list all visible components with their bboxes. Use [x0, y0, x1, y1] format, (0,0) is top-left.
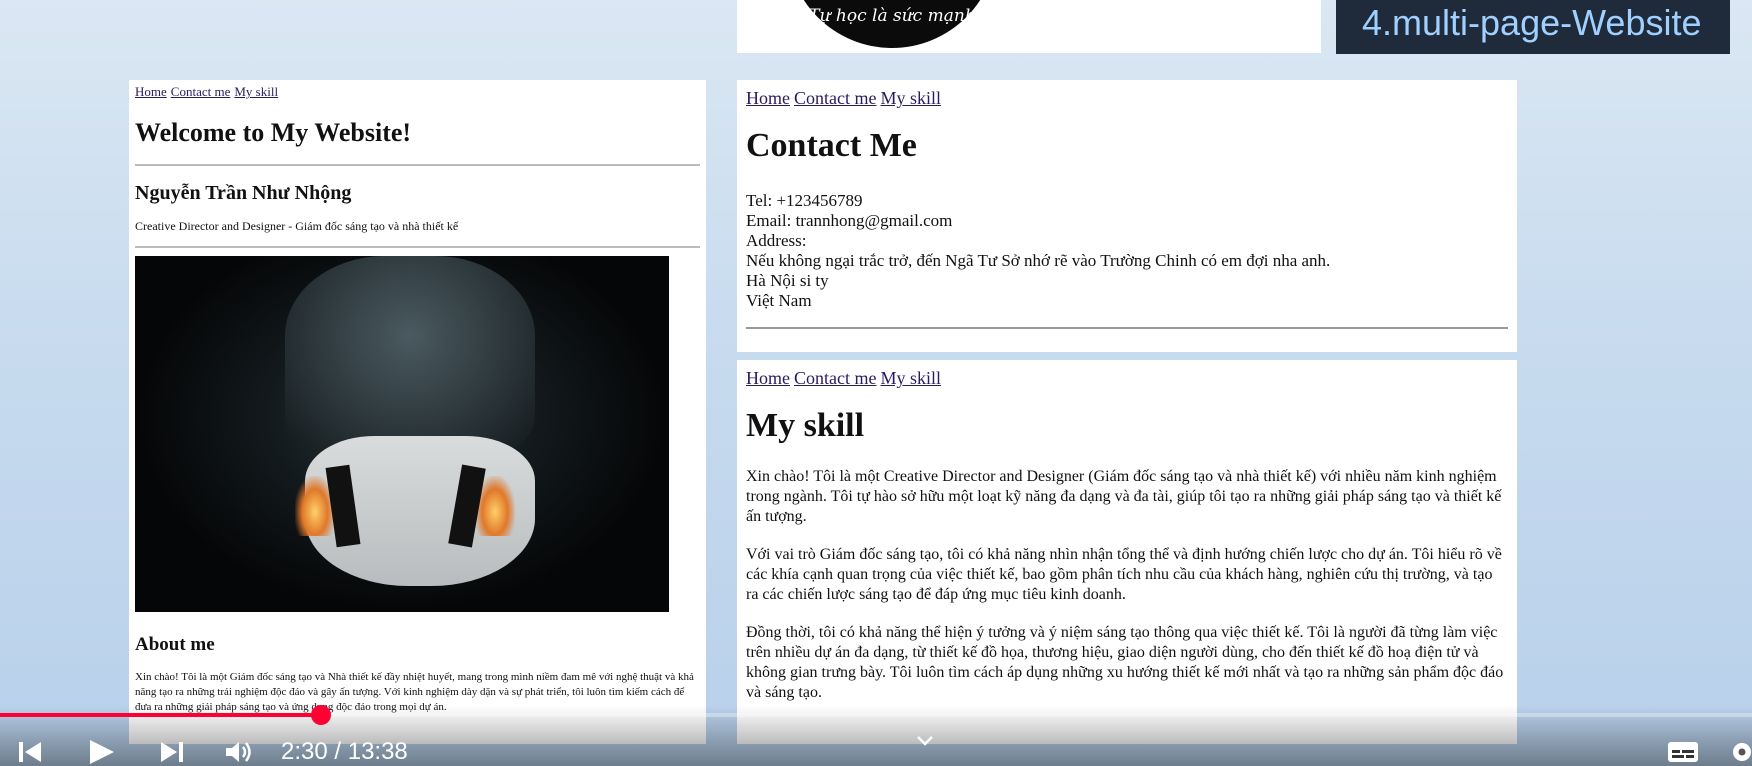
skill-nav-skill-link[interactable]: My skill — [880, 368, 941, 388]
person-role: Creative Director and Designer - Giám đố… — [135, 219, 459, 233]
settings-icon[interactable] — [1728, 738, 1752, 766]
skill-paragraph: Xin chào! Tôi là một Creative Director a… — [746, 468, 1502, 525]
logo-text: Tự học là sức mạnh — [808, 6, 976, 26]
progress-bar[interactable] — [0, 705, 1752, 725]
contact-heading: Contact Me — [746, 127, 917, 164]
person-name: Nguyễn Trần Như Nhộng — [135, 182, 352, 204]
play-icon[interactable] — [86, 738, 118, 766]
contact-nav-skill-link[interactable]: My skill — [880, 88, 941, 108]
skill-page-preview: Home Contact me My skill My skill Xin chào… — [737, 360, 1517, 744]
contact-nav: Home Contact me My skill — [746, 88, 1508, 109]
welcome-heading: Welcome to My Website! — [135, 118, 412, 147]
skill-nav: Home Contact me My skill — [746, 368, 1508, 389]
divider — [746, 327, 1508, 329]
video-title-box: 4.multi-page-Website — [1336, 0, 1730, 54]
left-nav-home-link[interactable]: Home — [135, 84, 167, 99]
subtitles-icon[interactable] — [1666, 738, 1700, 766]
left-page-preview: Home Contact me My skill Welcome to My Web… — [129, 80, 706, 744]
contact-page-preview: Home Contact me My skill Contact Me Tel: +… — [737, 80, 1517, 352]
left-nav: Home Contact me My skill — [135, 84, 700, 100]
photo-jacket — [285, 256, 535, 456]
contact-tel: Tel: +123456789 — [746, 191, 863, 210]
contact-address-line: Hà Nội si ty — [746, 271, 829, 290]
logo: Tự học là sức mạnh — [787, 0, 997, 48]
contact-address-label: Address: — [746, 231, 807, 250]
left-nav-skill-link[interactable]: My skill — [234, 84, 278, 99]
contact-address-line: Nếu không ngại trắc trở, đến Ngã Tư Sở n… — [746, 251, 1331, 270]
divider — [135, 246, 700, 248]
skill-paragraph: Đồng thời, tôi có khả năng thể hiện ý tư… — [746, 624, 1504, 701]
next-icon[interactable] — [158, 738, 186, 766]
contact-email: Email: trannhong@gmail.com — [746, 211, 953, 230]
contact-nav-home-link[interactable]: Home — [746, 88, 790, 108]
top-logo-strip: Tự học là sức mạnh — [737, 0, 1321, 53]
volume-icon[interactable] — [224, 738, 256, 766]
profile-photo — [135, 256, 669, 612]
skill-nav-contact-link[interactable]: Contact me — [794, 368, 876, 388]
left-nav-contact-link[interactable]: Contact me — [171, 84, 231, 99]
progress-fill — [0, 713, 322, 717]
time-display: 2:30 / 13:38 — [281, 738, 408, 765]
contact-nav-contact-link[interactable]: Contact me — [794, 88, 876, 108]
skill-nav-home-link[interactable]: Home — [746, 368, 790, 388]
divider — [135, 164, 700, 166]
contact-details: Tel: +123456789 Email: trannhong@gmail.c… — [746, 191, 1508, 311]
skill-paragraph: Với vai trò Giám đốc sáng tạo, tôi có kh… — [746, 546, 1502, 603]
previous-icon[interactable] — [16, 738, 44, 766]
about-heading: About me — [135, 634, 215, 655]
skill-heading: My skill — [746, 407, 865, 444]
contact-address-line: Việt Nam — [746, 291, 812, 310]
chevron-down-icon[interactable] — [915, 734, 935, 748]
